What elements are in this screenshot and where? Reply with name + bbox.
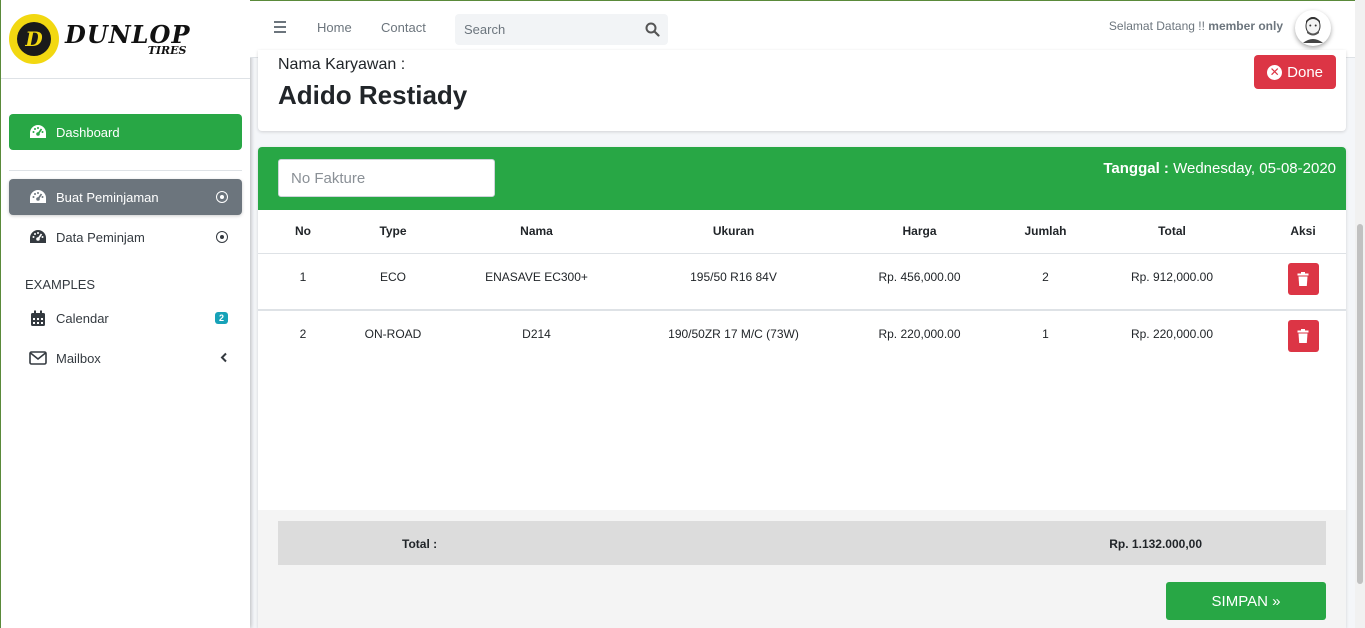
brand-logo[interactable]: D DUNLOP TIRES [1, 0, 250, 79]
sidebar-item-calendar[interactable]: Calendar 2 [9, 300, 242, 336]
search-box [455, 14, 668, 45]
sidebar-item-dashboard[interactable]: Dashboard [9, 114, 242, 150]
total-value: Rp. 1.132.000,00 [1109, 537, 1202, 551]
cell-nama: ENASAVE EC300+ [438, 253, 635, 311]
brand-name: DUNLOP [65, 19, 191, 49]
sidebar-item-buat-peminjaman[interactable]: Buat Peminjaman [9, 179, 242, 215]
username: member only [1208, 19, 1283, 33]
user-avatar-icon [1303, 17, 1323, 43]
sidebar-item-label: Dashboard [56, 124, 120, 140]
date-display: Tanggal : Wednesday, 05-08-2020 [1103, 160, 1336, 177]
cell-jumlah: 2 [1007, 253, 1084, 311]
employee-card: Nama Karyawan : Adido Restiady ✕ Done [258, 50, 1346, 131]
items-table: No Type Nama Ukuran Harga Jumlah Total A… [258, 210, 1346, 367]
cell-ukuran: 195/50 R16 84V [635, 253, 832, 311]
delete-row-button[interactable] [1287, 320, 1319, 352]
cell-harga: Rp. 456,000.00 [832, 253, 1007, 311]
cell-no: 2 [299, 327, 307, 341]
envelope-icon [27, 349, 49, 367]
column-header: Ukuran [635, 210, 832, 254]
sidebar-item-data-peminjam[interactable]: Data Peminjam [9, 219, 242, 255]
trash-icon [1297, 271, 1309, 286]
column-header: Aksi [1260, 210, 1346, 254]
nav-link-home[interactable]: Home [317, 20, 352, 35]
cell-jumlah: 1 [1042, 327, 1049, 341]
table-header-row: No Type Nama Ukuran Harga Jumlah Total A… [258, 210, 1346, 254]
column-header: Harga [832, 210, 1007, 254]
cell-type: ECO [348, 253, 438, 311]
cell-aksi [1260, 310, 1346, 367]
sidebar-item-label: Buat Peminjaman [56, 189, 159, 205]
page-scrollbar[interactable] [1355, 0, 1365, 628]
calendar-count-badge: 2 [214, 312, 228, 324]
tachometer-icon [27, 188, 49, 206]
sidebar-item-label: Mailbox [56, 350, 101, 366]
column-header: No [258, 210, 348, 254]
simpan-button[interactable]: SIMPAN » [1166, 582, 1326, 620]
trash-icon [1297, 329, 1309, 343]
total-bar: Total : Rp. 1.132.000,00 [278, 521, 1326, 565]
table-row: 1 ECO ENASAVE EC300+ 195/50 R16 84V Rp. … [258, 253, 1346, 311]
sidebar-item-label: Calendar [56, 310, 109, 326]
nav-link-contact[interactable]: Contact [381, 20, 426, 35]
search-input[interactable] [455, 14, 635, 45]
sidebar-divider [9, 170, 242, 171]
sidebar: D DUNLOP TIRES Dashboard Buat Peminjaman… [0, 0, 250, 628]
sidebar-item-mailbox[interactable]: Mailbox [9, 340, 242, 376]
tachometer-icon [27, 123, 49, 141]
cell-total: Rp. 220,000.00 [1130, 327, 1214, 341]
cell-total: Rp. 912,000.00 [1084, 253, 1260, 311]
sidebar-nav: Dashboard Buat Peminjaman Data Peminjam … [1, 114, 250, 376]
scrollbar-thumb[interactable] [1357, 224, 1363, 584]
cell-nama: D214 [522, 327, 551, 341]
loan-card: Tanggal : Wednesday, 05-08-2020 No Type … [258, 147, 1346, 628]
total-label: Total : [402, 537, 438, 551]
done-button[interactable]: ✕ Done [1254, 55, 1336, 89]
column-header: Total [1084, 210, 1260, 254]
chevron-left-icon [220, 351, 228, 366]
cell-no: 1 [258, 253, 348, 311]
calendar-icon [27, 309, 49, 327]
sidebar-section-header: EXAMPLES [25, 277, 96, 292]
column-header: Type [348, 210, 438, 254]
employee-label: Nama Karyawan : [278, 56, 406, 73]
dot-circle-icon [216, 231, 228, 243]
dunlop-logo-icon: D [9, 14, 59, 64]
no-faktur-input[interactable] [278, 159, 495, 197]
cell-type: ON-ROAD [364, 327, 422, 341]
dot-circle-icon [216, 191, 228, 203]
sidebar-item-label: Data Peminjam [56, 229, 145, 245]
welcome-text: Selamat Datang !! member only [1108, 19, 1283, 33]
search-icon[interactable] [645, 22, 660, 42]
tachometer-icon [27, 228, 49, 246]
avatar[interactable] [1295, 10, 1331, 46]
cell-ukuran: 190/50ZR 17 M/C (73W) [668, 327, 799, 341]
card-header: Tanggal : Wednesday, 05-08-2020 [258, 147, 1346, 210]
employee-name: Adido Restiady [278, 80, 468, 110]
hamburger-menu-icon[interactable] [274, 21, 286, 36]
times-circle-icon: ✕ [1267, 64, 1283, 80]
cell-aksi [1260, 253, 1346, 311]
column-header: Jumlah [1007, 210, 1084, 254]
delete-row-button[interactable] [1287, 262, 1319, 295]
card-footer: Total : Rp. 1.132.000,00 SIMPAN » [258, 510, 1346, 628]
table-row: 2 ON-ROAD D214 190/50ZR 17 M/C (73W) Rp.… [258, 310, 1346, 367]
cell-harga: Rp. 220,000.00 [878, 327, 961, 341]
column-header: Nama [438, 210, 635, 254]
